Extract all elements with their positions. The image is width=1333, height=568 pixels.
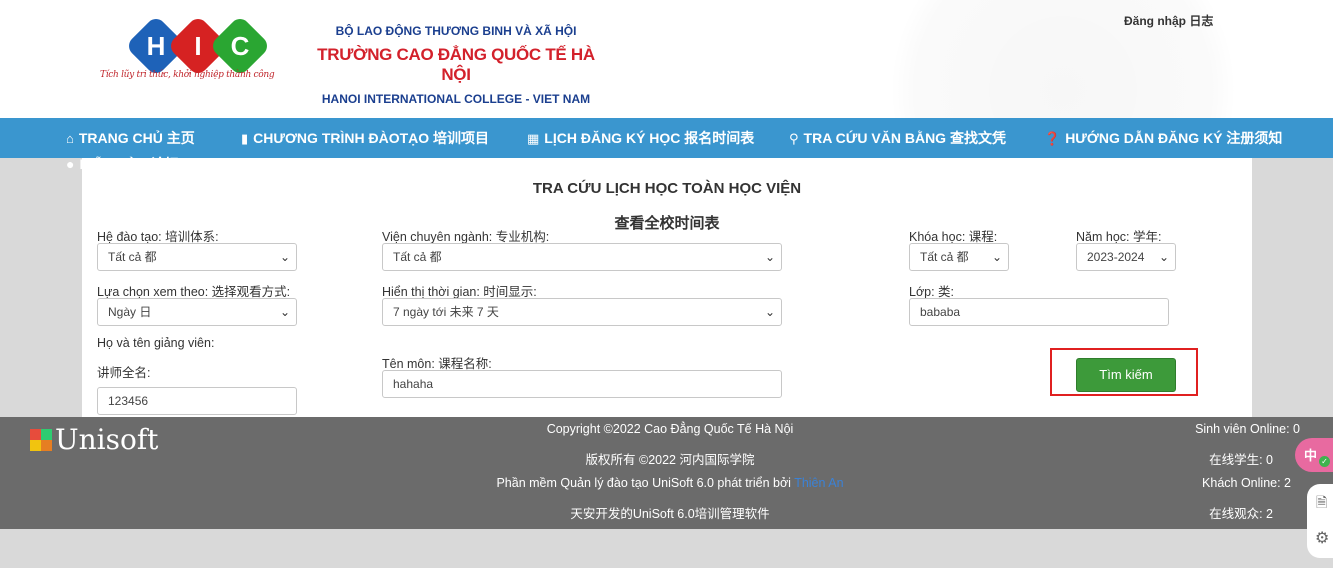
nav-item-home[interactable]: ⌂ TRANG CHỦ 主页 [66, 118, 195, 158]
main-nav: ⌂ TRANG CHỦ 主页 ▮ CHƯƠNG TRÌNH ĐÀOTẠO 培训项目 … [0, 118, 1333, 158]
logo-slogan: Tích lũy tri thức, khởi nghiệp thành côn… [100, 70, 275, 80]
ten-mon-input[interactable]: hahaha [382, 370, 782, 398]
students-online: Sinh viên Online: 0 [1195, 422, 1300, 436]
chevron-down-icon: ⌄ [279, 250, 290, 264]
vien-select[interactable]: Tất cả 都 ⌄ [382, 243, 782, 271]
logo-c: C [208, 14, 272, 78]
footer-software: Phần mềm Quản lý đào tạo UniSoft 6.0 phá… [496, 476, 844, 490]
college-name-vi: TRƯỜNG CAO ĐẲNG QUỐC TẾ HÀ NỘI [317, 45, 595, 84]
giang-vien-label: Họ và tên giảng viên: [97, 336, 215, 350]
document-icon[interactable]: 🗎 [1316, 492, 1327, 516]
students-online-zh: 在线学生: 0 [1209, 453, 1273, 467]
thoi-gian-select[interactable]: 7 ngày tới 未来 7 天 ⌄ [382, 298, 782, 326]
hic-logo[interactable]: H I C Tích lũy tri thức, khởi nghiệp thà… [98, 14, 288, 86]
chevron-down-icon: ⌄ [764, 305, 775, 319]
guests-online: Khách Online: 2 [1202, 476, 1291, 490]
he-dao-tao-select[interactable]: Tất cả 都 ⌄ [97, 243, 297, 271]
gear-icon[interactable]: ⚙ [1315, 528, 1329, 548]
search-button[interactable]: Tìm kiếm [1076, 358, 1176, 392]
translate-widget-button[interactable]: 中 ✓ [1295, 438, 1333, 472]
header: H I C Tích lũy tri thức, khởi nghiệp thà… [0, 0, 1333, 118]
footer-copyright: Copyright ©2022 Cao Đẳng Quốc Tế Hà Nội [546, 422, 794, 436]
search-icon: ⚲ [789, 131, 799, 146]
nam-hoc-select[interactable]: 2023-2024 ⌄ [1076, 243, 1176, 271]
book-icon: ▮ [241, 131, 249, 146]
nav-item-diploma[interactable]: ⚲ TRA CỨU VĂN BẰNG 查找文凭 [789, 118, 1006, 158]
khoa-hoc-select[interactable]: Tất cả 都 ⌄ [909, 243, 1009, 271]
lop-input[interactable]: bababa [909, 298, 1169, 326]
footer-software-zh: 天安开发的UniSoft 6.0培训管理软件 [570, 507, 770, 521]
calendar-icon: ▦ [527, 131, 540, 146]
ministry-name: BỘ LAO ĐỘNG THƯƠNG BINH VÀ XÃ HỘI [335, 24, 577, 38]
thien-an-link[interactable]: Thiên An [794, 476, 843, 490]
home-icon: ⌂ [66, 131, 74, 146]
chevron-down-icon: ⌄ [279, 305, 290, 319]
nav-item-forum[interactable]: ● DIỄN ĐÀN 论坛 [66, 154, 179, 174]
side-toolbar: 🗎 ⚙ [1307, 484, 1333, 558]
giang-vien-label-zh: 讲师全名: [97, 366, 151, 380]
footer: Unisoft Copyright ©2022 Cao Đẳng Quốc Tế… [0, 417, 1333, 529]
college-name-en: HANOI INTERNATIONAL COLLEGE - VIET NAM [321, 92, 591, 106]
giang-vien-input[interactable]: 123456 [97, 387, 297, 415]
nav-item-programs[interactable]: ▮ CHƯƠNG TRÌNH ĐÀOTẠO 培训项目 [241, 118, 489, 158]
login-link[interactable]: Đăng nhập 日志 [1124, 12, 1213, 29]
guests-online-zh: 在线观众: 2 [1209, 507, 1273, 521]
xem-theo-select[interactable]: Ngày 日 ⌄ [97, 298, 297, 326]
user-icon: ● [66, 156, 75, 172]
footer-copyright-zh: 版权所有 ©2022 河内国际学院 [585, 453, 755, 467]
nav-item-schedule[interactable]: ▦ LỊCH ĐĂNG KÝ HỌC 报名时间表 [527, 118, 754, 158]
nav-item-guide[interactable]: ❓ HƯỚNG DẪN ĐĂNG KÝ 注册须知 [1044, 118, 1282, 158]
search-panel: TRA CỨU LỊCH HỌC TOÀN HỌC VIỆN 查看全校时间表 H… [82, 158, 1252, 417]
question-icon: ❓ [1044, 131, 1061, 146]
chevron-down-icon: ⌄ [764, 250, 775, 264]
translate-icon: 中 [1304, 448, 1318, 463]
page-title: TRA CỨU LỊCH HỌC TOÀN HỌC VIỆN [532, 180, 802, 197]
chevron-down-icon: ⌄ [1158, 250, 1169, 264]
chevron-down-icon: ⌄ [991, 250, 1002, 264]
check-badge-icon: ✓ [1319, 456, 1330, 467]
institution-name: BỘ LAO ĐỘNG THƯƠNG BINH VÀ XÃ HỘI TRƯỜNG… [316, 24, 596, 106]
